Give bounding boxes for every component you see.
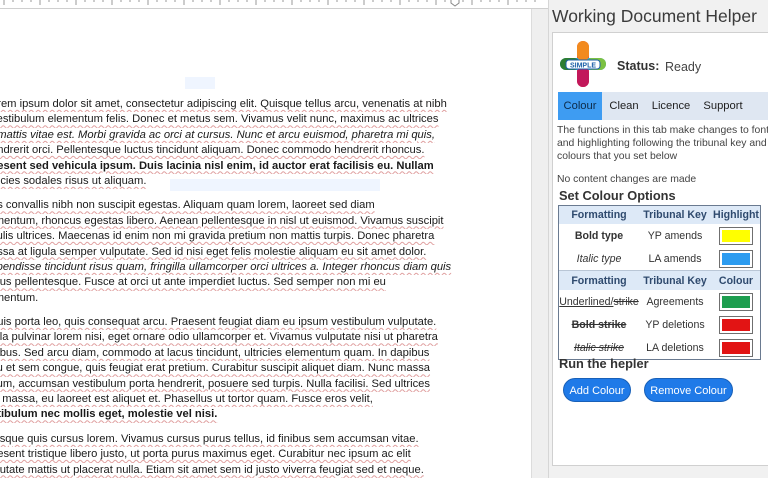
logo-text: SIMPLE (570, 62, 596, 69)
format-strike-part: strike (613, 295, 639, 308)
document-line: uisque quis cursus lorem. Vivamus cursus… (0, 432, 419, 445)
format-underlined-part: Underlined/ (559, 295, 614, 308)
tab-colour[interactable]: Colour (558, 92, 602, 120)
remove-colour-button[interactable]: Remove Colour (644, 378, 733, 402)
add-colour-button[interactable]: Add Colour (563, 378, 631, 402)
header-formatting: Formatting (571, 274, 627, 287)
document-line: as convallis nibh non suscipit egestas. … (0, 199, 375, 212)
tab-bar: Colour Clean Licence Support (558, 92, 768, 120)
document-line: is massa, eu laoreet est aliquet et. Pha… (0, 393, 373, 406)
header-colour: Colour (718, 274, 754, 287)
horizontal-ruler[interactable] (0, 0, 548, 9)
table-row: Underlined/strike Agreements (559, 290, 760, 313)
simple-logo-icon: SIMPLE (560, 41, 606, 87)
document-line: vestibulum elementum felis. Donec et met… (0, 113, 439, 126)
document-line: cu et sem congue, quis feugiat erat pret… (0, 362, 431, 375)
set-colour-options-title: Set Colour Options (559, 188, 676, 203)
document-line: ulla pulvinar lorem nisi, eget ornare od… (0, 331, 438, 344)
document-line: culis ultrices. Maecenas id enim non mi … (0, 230, 435, 243)
document-line: stibulum nec mollis eget, molestie vel n… (0, 408, 218, 421)
tab-clean[interactable]: Clean (602, 92, 646, 120)
document-text[interactable]: orem ipsum dolor sit amet, consectetur a… (0, 97, 467, 478)
document-line: tricies sodales risus ut aliquam. (0, 174, 147, 187)
la-amends-highlight-picker[interactable] (719, 249, 753, 268)
document-line: rmentum. (0, 291, 39, 304)
tab-support[interactable]: Support (696, 92, 750, 120)
pane-title: Working Document Helper (552, 6, 757, 26)
header-tribunal-key: Tribunal Key (643, 209, 707, 221)
header-highlight: Highlight (713, 209, 759, 221)
document-line: spendisse tincidunt risus quam, fringill… (0, 260, 452, 273)
key-la-amends: LA amends (648, 252, 702, 265)
document-line: lputate mattis ut placerat nulla. Etiam … (0, 463, 424, 476)
table-row: Italic type LA amends (559, 247, 760, 270)
document-scrollbar[interactable] (531, 9, 548, 478)
key-la-deletions: LA deletions (646, 341, 704, 354)
document-line: endrerit orci. Pellentesque luctus tinci… (0, 144, 425, 157)
document-line: , mattis vitae est. Morbi gravida ac orc… (0, 128, 435, 141)
key-yp-deletions: YP deletions (645, 318, 705, 331)
yp-amends-highlight-picker[interactable] (719, 226, 753, 245)
header-tribunal-key: Tribunal Key (643, 274, 707, 287)
document-line: aesent sed vehicula ipsum. Duis lacinia … (0, 159, 434, 172)
selection-ghost (185, 77, 215, 89)
document-line: sum, accumsan vestibulum porta hendrerit… (0, 377, 430, 390)
colour-options-table: Formatting Tribunal Key Highlight Bold t… (558, 205, 761, 360)
document-line: quis porta leo, quis consequat arcu. Pra… (0, 316, 437, 329)
document-area: orem ipsum dolor sit amet, consectetur a… (0, 0, 548, 478)
status-label: Status: (617, 59, 660, 73)
document-line: orem ipsum dolor sit amet, consectetur a… (0, 98, 447, 110)
table-header-row: Formatting Tribunal Key Colour (559, 270, 760, 290)
table-row: Bold strike YP deletions (559, 313, 760, 336)
yp-deletions-colour-picker[interactable] (719, 315, 753, 334)
no-content-changes-note: No content changes are made (557, 174, 697, 185)
pane-footer (552, 466, 768, 478)
format-bold-strike: Bold strike (571, 318, 627, 331)
document-line: ibus pellentesque. Fusce at orci ut ante… (0, 276, 386, 289)
document-line: pibus. Sed arcu diam, commodo at lacus t… (0, 346, 430, 359)
document-page[interactable]: orem ipsum dolor sit amet, consectetur a… (0, 9, 531, 478)
colour-tab-description: The functions in this tab make changes t… (557, 125, 768, 162)
key-yp-amends: YP amends (647, 229, 703, 242)
format-bold-type: Bold type (574, 229, 624, 242)
la-deletions-colour-picker[interactable] (719, 338, 753, 357)
task-pane: Working Document Helper SIMPLE Status: R… (548, 0, 768, 478)
run-helper-title: Run the hepler (559, 356, 649, 371)
table-row: Bold type YP amends (559, 224, 760, 247)
document-line: rmentum, rhoncus egestas libero. Aenean … (0, 214, 444, 227)
pane-body: SIMPLE Status: Ready Colour Clean Licenc… (552, 32, 768, 466)
document-line: aesent tristique libero justo, ut porta … (0, 448, 411, 461)
format-italic-type: Italic type (576, 252, 622, 265)
indent-marker-icon[interactable] (450, 0, 460, 7)
agreements-colour-picker[interactable] (719, 292, 753, 311)
tab-licence[interactable]: Licence (646, 92, 696, 120)
header-formatting: Formatting (571, 209, 627, 221)
table-header-row: Formatting Tribunal Key Highlight (559, 206, 760, 224)
status-value: Ready (665, 60, 702, 74)
key-agreements: Agreements (646, 295, 704, 308)
document-line: assa at ligula semper vulputate. Sed id … (0, 245, 427, 258)
pane-header: SIMPLE Status: Ready (558, 39, 738, 87)
format-underlined-strike: Underlined/strike (559, 290, 639, 313)
